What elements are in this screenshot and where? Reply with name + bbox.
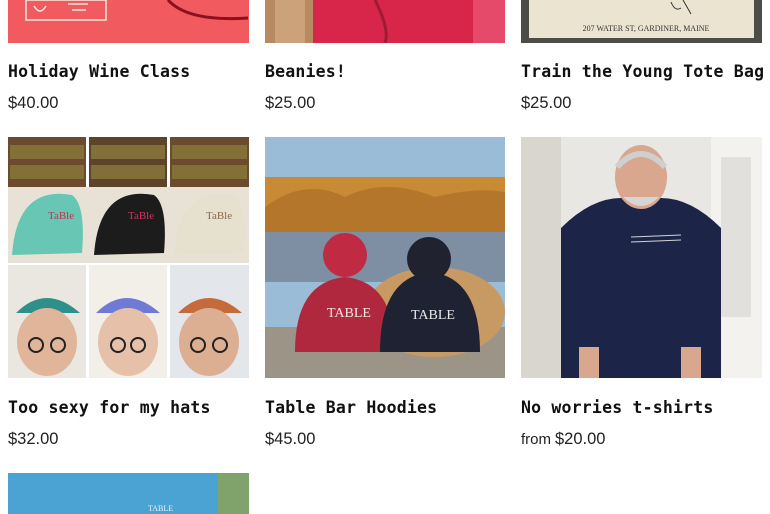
product-title[interactable]: Too sexy for my hats	[8, 398, 249, 417]
svg-text:TABLE: TABLE	[327, 306, 371, 321]
svg-text:TaBle: TaBle	[128, 210, 154, 222]
svg-text:TABLE: TABLE	[148, 504, 173, 513]
product-title[interactable]: Beanies!	[265, 62, 506, 81]
product-price: $25.00	[521, 94, 572, 112]
product-image[interactable]	[521, 137, 762, 378]
product-grid: Holiday Wine Class $40.00 Beanies! $25.0…	[0, 0, 770, 514]
product-image[interactable]: TABLE TABLE	[265, 137, 505, 378]
tshirt-photo-icon	[521, 137, 762, 378]
svg-text:TABLE: TABLE	[411, 308, 455, 323]
product-image[interactable]: 207 WATER ST, GARDINER, MAINE	[521, 0, 762, 43]
product-price: $32.00	[8, 430, 59, 448]
product-price: $40.00	[8, 94, 59, 112]
product-image[interactable]	[8, 0, 249, 43]
product-title[interactable]: No worries t-shirts	[521, 398, 762, 417]
product-title[interactable]: Train the Young Tote Bag	[521, 62, 764, 81]
wine-class-poster-icon	[8, 0, 249, 43]
product-image[interactable]: TABLE	[8, 473, 249, 514]
product-image[interactable]: TaBle TaBle TaBle	[8, 137, 249, 378]
product-image[interactable]	[265, 0, 505, 43]
tote-bag-photo-icon: 207 WATER ST, GARDINER, MAINE	[521, 0, 762, 43]
svg-text:TaBle: TaBle	[48, 210, 74, 222]
svg-text:TaBle: TaBle	[206, 210, 232, 222]
hats-collage-photo-icon: TaBle TaBle TaBle	[8, 137, 249, 378]
blue-shirt-photo-icon: TABLE	[8, 473, 249, 514]
hoodies-photo-icon: TABLE TABLE	[265, 137, 505, 378]
price-prefix: from	[521, 431, 551, 448]
product-price: from $20.00	[521, 430, 605, 449]
product-title[interactable]: Holiday Wine Class	[8, 62, 249, 81]
product-title[interactable]: Table Bar Hoodies	[265, 398, 506, 417]
product-price: $25.00	[265, 94, 316, 112]
tote-address: 207 WATER ST, GARDINER, MAINE	[583, 24, 710, 33]
product-price: $45.00	[265, 430, 316, 448]
red-beanie-photo-icon	[265, 0, 505, 43]
price-value: $20.00	[555, 430, 606, 448]
